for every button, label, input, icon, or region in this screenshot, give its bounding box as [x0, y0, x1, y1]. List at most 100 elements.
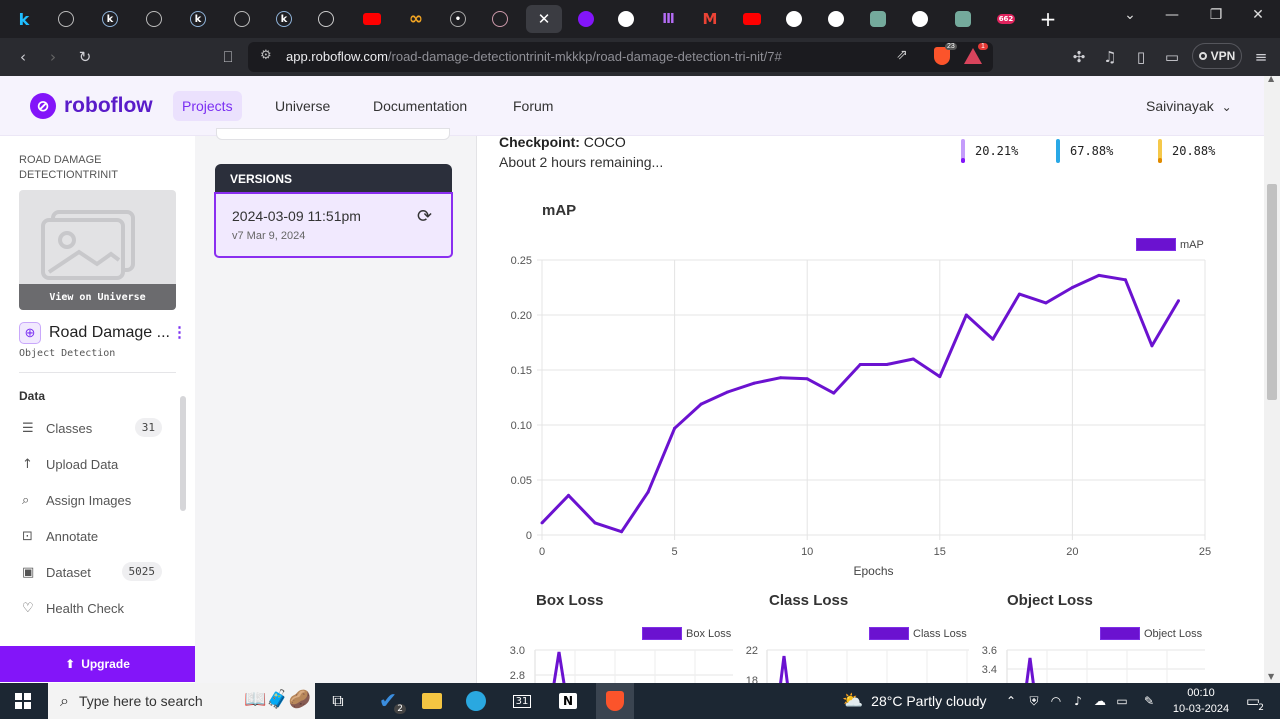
class-loss-chart: 22 18: [746, 645, 969, 683]
tray-wifi[interactable]: ◠: [1046, 683, 1066, 719]
task-view-button[interactable]: ⧉: [322, 683, 354, 719]
tray-battery[interactable]: ▭: [1112, 683, 1132, 719]
loss-charts: 3.0 2.8 22 18 3.6 3.4: [510, 645, 1205, 683]
back-button[interactable]: ‹: [12, 46, 34, 68]
kaggle-icon: k: [18, 9, 30, 29]
map-data-point: [938, 375, 942, 379]
wallet-button[interactable]: ▭: [1161, 46, 1183, 68]
taskbar-todo[interactable]: ✔ 2: [368, 683, 408, 719]
forward-button[interactable]: ›: [42, 46, 64, 68]
infinity-icon: ∞: [408, 9, 424, 29]
weather-widget[interactable]: ⛅ 28°C Partly cloudy: [842, 691, 987, 711]
sidebar-item-assign-images[interactable]: ⌕ Assign Images: [22, 490, 172, 510]
sidebar-item-dataset[interactable]: ▣ Dataset 5025: [22, 562, 172, 582]
tab-2[interactable]: k: [92, 5, 128, 33]
tray-pen[interactable]: ✎: [1138, 683, 1160, 719]
tab-chatgpt-1[interactable]: [860, 5, 896, 33]
sidebar-item-annotate[interactable]: ⊡ Annotate: [22, 526, 172, 546]
tab-3[interactable]: [136, 5, 172, 33]
media-button[interactable]: ♫: [1099, 46, 1121, 68]
nav-documentation[interactable]: Documentation: [373, 98, 467, 114]
tab-youtube-2[interactable]: [734, 5, 770, 33]
taskbar-search[interactable]: ⌕ Type here to search 📖🧳🥔: [48, 683, 315, 719]
tab-gmail[interactable]: M: [692, 5, 728, 33]
user-menu[interactable]: Saivinayak ⌄: [1146, 98, 1232, 114]
upgrade-button[interactable]: ⬆ Upgrade: [0, 646, 195, 682]
more-options-icon[interactable]: ⋮: [172, 323, 187, 341]
taskbar-edge[interactable]: [460, 683, 492, 719]
close-icon[interactable]: ✕: [538, 10, 551, 28]
tab-youtube[interactable]: [354, 5, 390, 33]
sidebar-button[interactable]: ▯: [1130, 46, 1152, 68]
nav-universe[interactable]: Universe: [275, 98, 330, 114]
tab-11[interactable]: III: [650, 5, 686, 33]
clock-time: 00:10: [1187, 687, 1215, 699]
close-window-button[interactable]: ✕: [1238, 0, 1278, 30]
tab-7[interactable]: [308, 5, 344, 33]
tray-cloud[interactable]: ☁: [1090, 683, 1110, 719]
object-loss-line: [1025, 657, 1035, 683]
version-item[interactable]: 2024-03-09 11:51pm v7 Mar 9, 2024 ⟳: [214, 192, 453, 258]
taskbar-file-explorer[interactable]: [416, 683, 448, 719]
tab-9[interactable]: •: [440, 5, 476, 33]
scroll-down-icon[interactable]: ▼: [1268, 672, 1274, 681]
vpn-button[interactable]: VPN: [1192, 43, 1242, 69]
tab-1[interactable]: [48, 5, 84, 33]
taskbar-notion[interactable]: N: [552, 683, 584, 719]
tab-roboflow[interactable]: [568, 5, 604, 33]
scrollbar-thumb[interactable]: [1267, 184, 1277, 400]
nav-projects[interactable]: Projects: [173, 91, 242, 121]
share-icon[interactable]: ⇗: [896, 47, 908, 63]
notification-center[interactable]: ▭ 2: [1238, 683, 1268, 719]
tab-4[interactable]: k: [180, 5, 216, 33]
brave-rewards-icon[interactable]: [964, 48, 982, 64]
project-heading: ROAD DAMAGE DETECTIONTRINIT: [19, 154, 118, 181]
tab-github-3[interactable]: [818, 5, 854, 33]
nav-forum[interactable]: Forum: [513, 98, 553, 114]
tab-8[interactable]: ∞: [398, 5, 434, 33]
tab-chatgpt-2[interactable]: [945, 5, 981, 33]
wallet-icon: ▭: [1164, 48, 1180, 66]
tray-volume[interactable]: ♪: [1068, 683, 1088, 719]
roboflow-logo[interactable]: ⊘ roboflow: [30, 93, 153, 119]
tab-github-2[interactable]: [776, 5, 812, 33]
app-navbar: ⊘ roboflow Projects Universe Documentati…: [0, 76, 1264, 136]
sidebar-icon: ▯: [1136, 48, 1146, 66]
system-clock[interactable]: 00:10 10-03-2024: [1172, 685, 1230, 717]
taskbar-calendar[interactable]: 31: [506, 683, 538, 719]
taskbar-brave[interactable]: [596, 683, 634, 719]
extensions-button[interactable]: ✣: [1068, 46, 1090, 68]
tab-kaggle[interactable]: k: [6, 5, 42, 33]
menu-button[interactable]: ≡: [1250, 46, 1272, 68]
sidebar-item-health-check[interactable]: ♡ Health Check: [22, 598, 172, 618]
maximize-button[interactable]: ❐: [1196, 0, 1236, 30]
sidebar-item-upload-data[interactable]: ↑ Upload Data: [22, 454, 172, 474]
tab-github-4[interactable]: [902, 5, 938, 33]
x-tick-label: 10: [801, 546, 813, 558]
tab-5[interactable]: [224, 5, 260, 33]
site-info-icon[interactable]: ⚙: [260, 48, 272, 63]
start-button[interactable]: [0, 683, 46, 719]
scroll-up-icon[interactable]: ▲: [1268, 74, 1274, 83]
tab-10[interactable]: [482, 5, 518, 33]
reload-button[interactable]: ↻: [74, 46, 96, 68]
sidebar-scrollbar[interactable]: [180, 396, 186, 511]
sidebar-item-classes[interactable]: ☰ Classes 31: [22, 418, 172, 438]
tab-badge[interactable]: 662: [988, 5, 1024, 33]
rewards-badge: 1: [978, 43, 988, 50]
tray-defender[interactable]: ⛨: [1024, 683, 1044, 719]
sidebar-item-label: Classes: [46, 420, 93, 436]
tray-overflow[interactable]: ⌃: [1000, 683, 1022, 719]
view-on-universe-button[interactable]: View on Universe: [19, 284, 176, 310]
tab-github-1[interactable]: [608, 5, 644, 33]
new-tab-button[interactable]: +: [1030, 5, 1066, 33]
tab-active-close[interactable]: ✕: [526, 5, 562, 33]
tab-6[interactable]: k: [266, 5, 302, 33]
project-selector[interactable]: ⊕ Road Damage ...: [19, 322, 170, 344]
address-bar[interactable]: ⚙ app.roboflow.com/road-damage-detection…: [248, 42, 993, 72]
page-scrollbar[interactable]: ▲ ▼: [1264, 74, 1280, 683]
tab-search-button[interactable]: ⌄: [1110, 0, 1150, 30]
classes-count-badge: 31: [134, 418, 162, 437]
bookmark-button[interactable]: ⎕: [217, 46, 239, 68]
minimize-button[interactable]: —: [1152, 0, 1192, 30]
